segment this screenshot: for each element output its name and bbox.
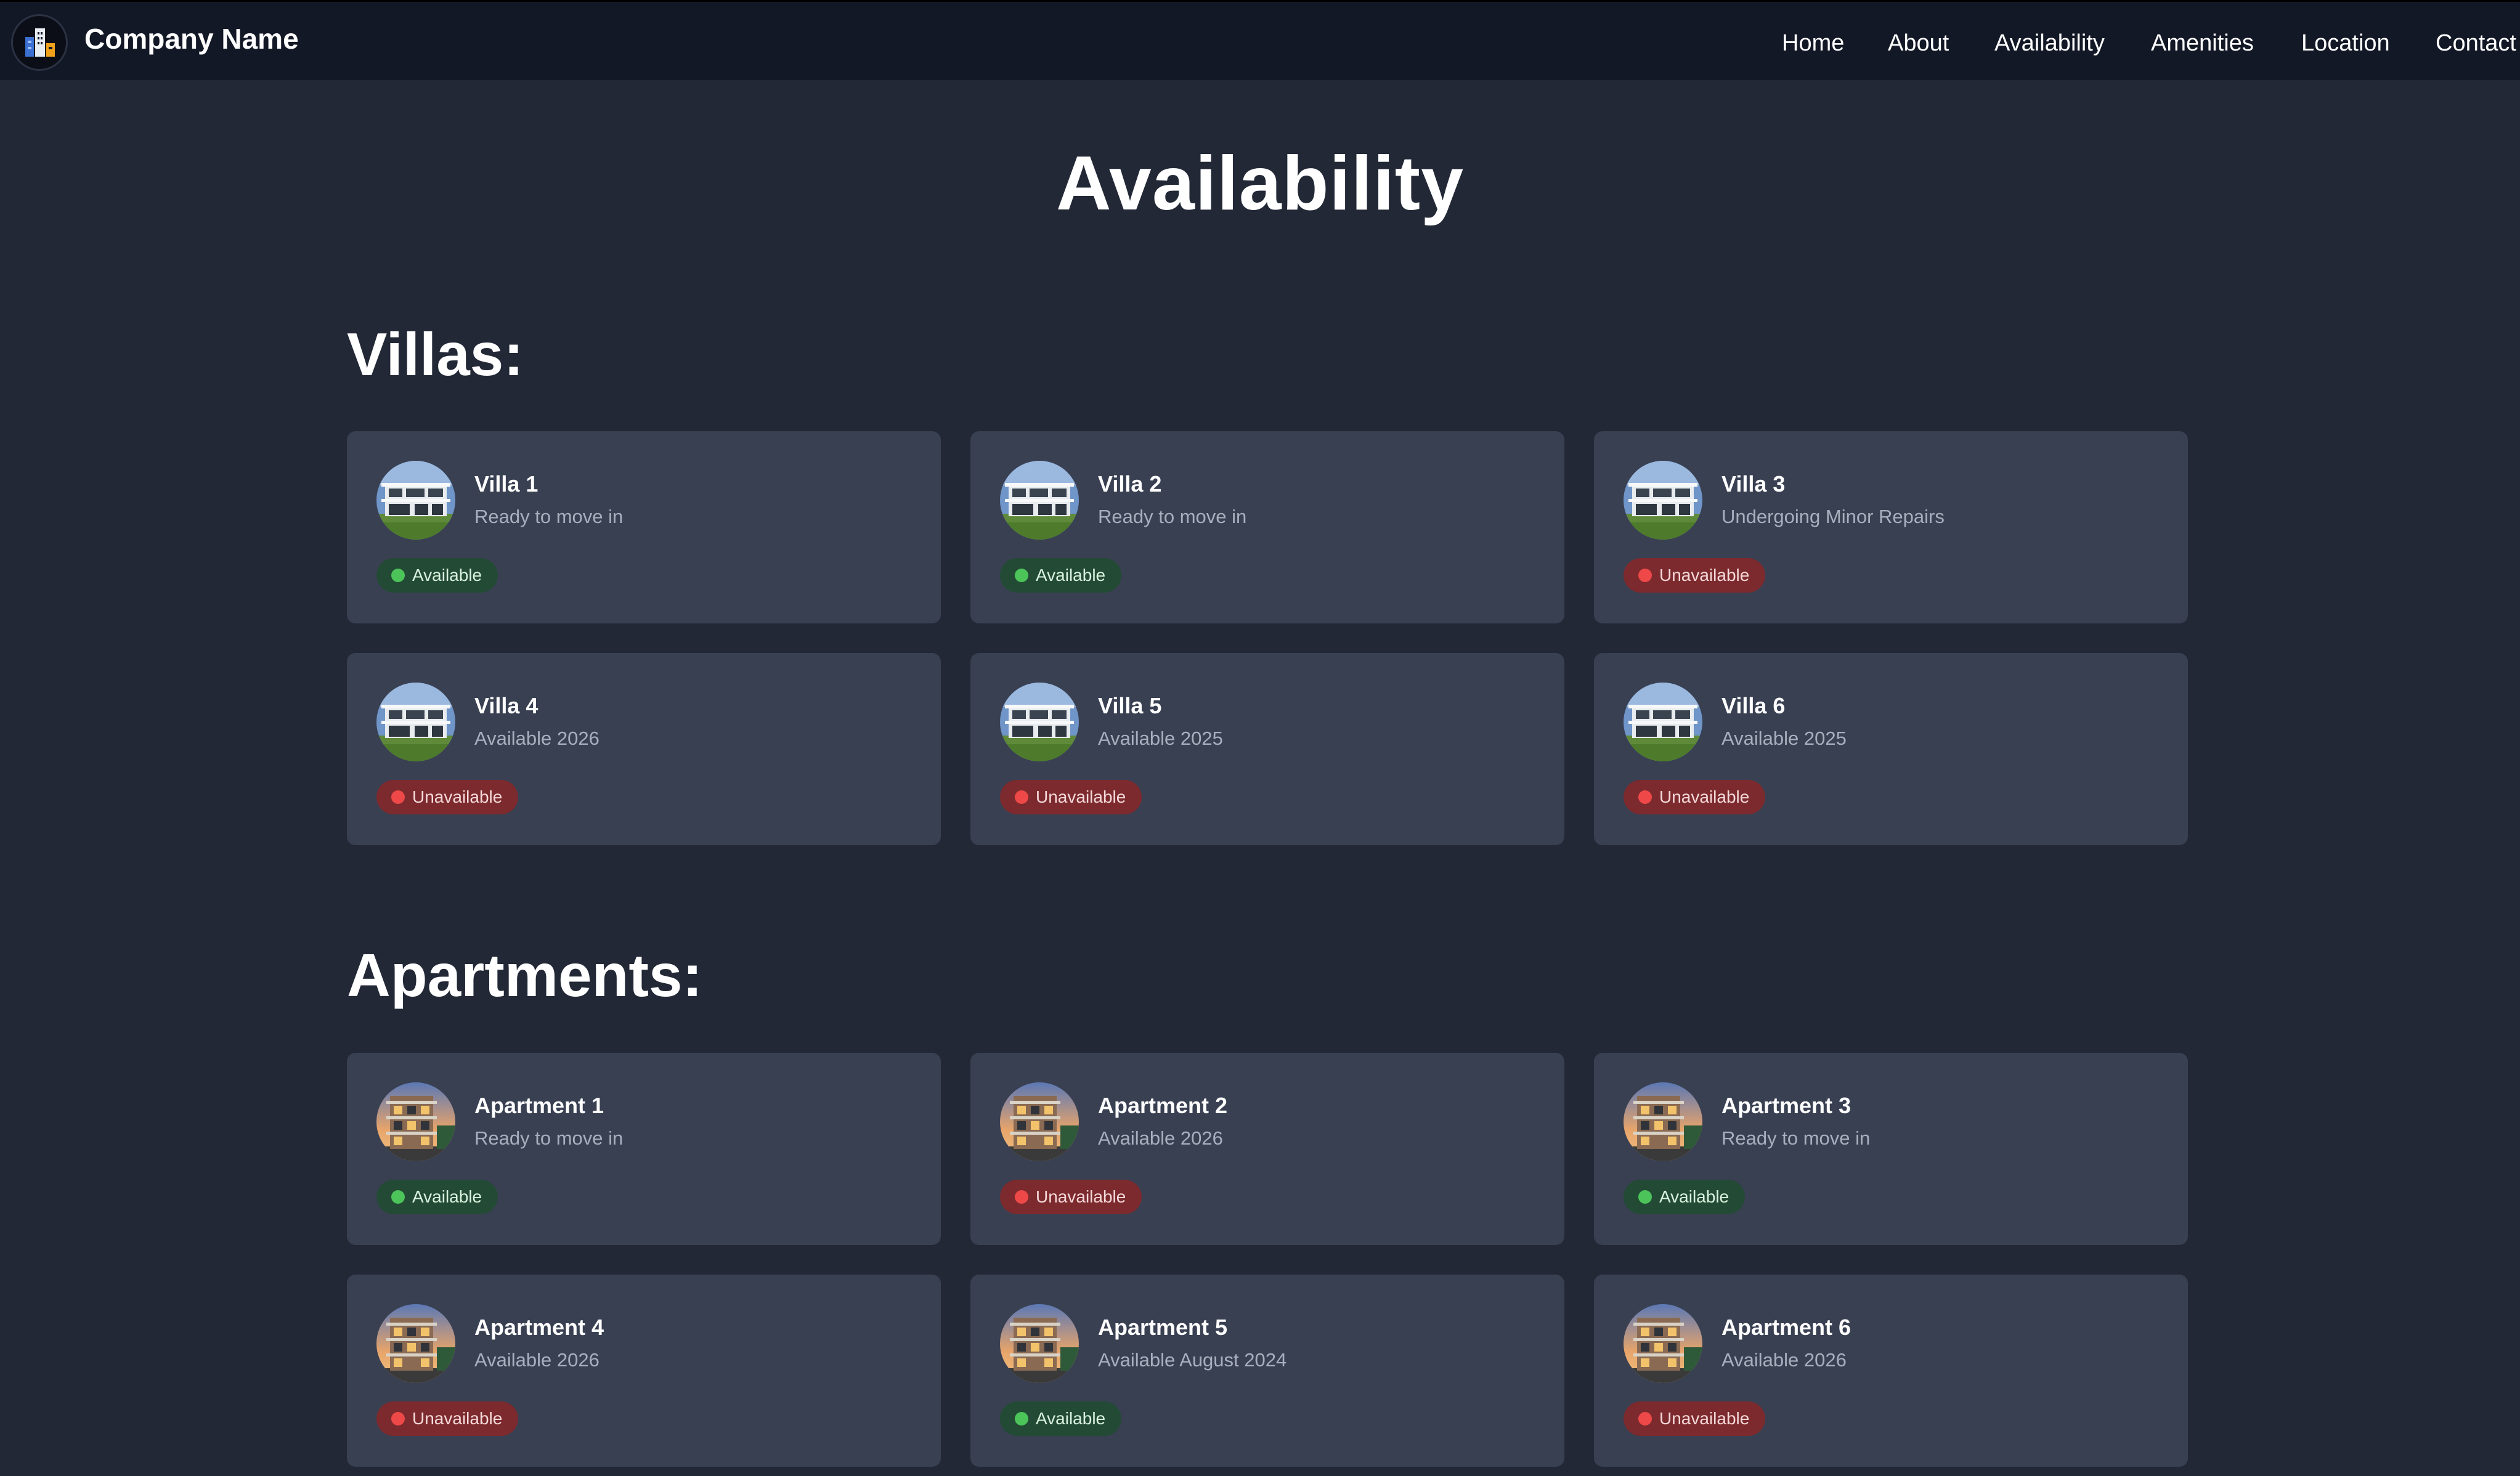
property-name: Villa 4: [474, 693, 539, 718]
property-name: Apartment 3: [1721, 1093, 1851, 1118]
status-badge: Available: [376, 558, 498, 593]
apartment-card[interactable]: Apartment 5 Available August 2024 Availabl…: [970, 1275, 1564, 1467]
nav-link-location[interactable]: Location: [2301, 31, 2390, 55]
villa-card[interactable]: Villa 4 Available 2026 Unavailable: [347, 653, 941, 845]
villa-photo-icon: [1624, 683, 1702, 761]
available-dot-icon: [1015, 1412, 1028, 1425]
unavailable-dot-icon: [391, 1412, 405, 1425]
apartment-card[interactable]: Apartment 2 Available 2026 Unavailable: [970, 1053, 1564, 1245]
apartment-photo-icon: [1000, 1304, 1079, 1383]
villa-card[interactable]: Villa 5 Available 2025 Unavailable: [970, 653, 1564, 845]
status-badge: Available: [1624, 1180, 1746, 1214]
villa-photo-icon: [1000, 461, 1079, 540]
unavailable-dot-icon: [391, 790, 405, 804]
nav-link-availability[interactable]: Availability: [1994, 31, 2105, 55]
status-badge-label: Available: [1659, 1187, 1729, 1206]
nav-link-home[interactable]: Home: [1782, 31, 1844, 55]
status-badge: Unavailable: [376, 1401, 519, 1436]
apartment-card[interactable]: Apartment 4 Available 2026 Unavailable: [347, 1275, 941, 1467]
unavailable-dot-icon: [1015, 790, 1028, 804]
property-status-text: Ready to move in: [474, 1127, 624, 1149]
nav-link-contact[interactable]: Contact: [2436, 31, 2516, 55]
status-badge: Unavailable: [1000, 1180, 1142, 1214]
status-badge: Available: [1000, 1401, 1122, 1436]
brand-name[interactable]: Company Name: [84, 25, 299, 53]
page-title: Availability: [1055, 141, 1465, 226]
status-badge: Unavailable: [1624, 558, 1766, 593]
property-status-text: Ready to move in: [1098, 506, 1247, 527]
unavailable-dot-icon: [1638, 1412, 1652, 1425]
status-badge-label: Available: [1036, 1409, 1106, 1428]
status-badge-label: Unavailable: [412, 787, 503, 806]
status-badge: Unavailable: [376, 780, 519, 814]
property-status-text: Available 2026: [474, 1349, 600, 1371]
villa-card[interactable]: Villa 1 Ready to move in Available: [347, 431, 941, 623]
villa-photo-icon: [376, 461, 455, 540]
villa-card[interactable]: Villa 2 Ready to move in Available: [970, 431, 1564, 623]
property-status-text: Available 2025: [1721, 728, 1847, 749]
villa-photo-icon: [1624, 461, 1702, 540]
property-name: Villa 1: [474, 471, 539, 497]
unavailable-dot-icon: [1638, 569, 1652, 582]
property-status-text: Available 2025: [1098, 728, 1223, 749]
available-dot-icon: [391, 1190, 405, 1204]
status-badge-label: Unavailable: [1659, 566, 1750, 585]
property-name: Villa 2: [1098, 471, 1162, 497]
building-logo-icon[interactable]: [11, 14, 68, 71]
villa-card[interactable]: Villa 6 Available 2025 Unavailable: [1594, 653, 2188, 845]
status-badge-label: Unavailable: [1036, 787, 1126, 806]
apartment-photo-icon: [376, 1304, 455, 1383]
property-status-text: Available 2026: [474, 728, 600, 749]
available-dot-icon: [1015, 569, 1028, 582]
property-name: Apartment 2: [1098, 1093, 1228, 1118]
property-status-text: Ready to move in: [474, 506, 624, 527]
property-status-text: Available August 2024: [1098, 1349, 1287, 1371]
property-status-text: Available 2026: [1721, 1349, 1847, 1371]
villa-photo-icon: [376, 683, 455, 761]
available-dot-icon: [391, 569, 405, 582]
property-status-text: Available 2026: [1098, 1127, 1223, 1149]
status-badge-label: Unavailable: [1659, 787, 1750, 806]
status-badge: Unavailable: [1624, 780, 1766, 814]
status-badge-label: Unavailable: [1659, 1409, 1750, 1428]
apartment-photo-icon: [1624, 1082, 1702, 1161]
nav-link-amenities[interactable]: Amenities: [2151, 31, 2254, 55]
nav-link-about[interactable]: About: [1888, 31, 1949, 55]
apartment-photo-icon: [1624, 1304, 1702, 1383]
property-status-text: Undergoing Minor Repairs: [1721, 506, 1945, 527]
status-badge: Unavailable: [1000, 780, 1142, 814]
status-badge-label: Available: [1036, 566, 1106, 585]
top-navbar: Company Name Home About Availability Ame…: [0, 0, 2520, 80]
status-badge: Unavailable: [1624, 1401, 1766, 1436]
apartment-card[interactable]: Apartment 1 Ready to move in Available: [347, 1053, 941, 1245]
villa-card[interactable]: Villa 3 Undergoing Minor Repairs Unavailab…: [1594, 431, 2188, 623]
status-badge-label: Available: [412, 1187, 482, 1206]
property-name: Villa 3: [1721, 471, 1786, 497]
status-badge-label: Unavailable: [412, 1409, 503, 1428]
villa-photo-icon: [1000, 683, 1079, 761]
property-name: Apartment 1: [474, 1093, 604, 1118]
available-dot-icon: [1638, 1190, 1652, 1204]
status-badge: Available: [1000, 558, 1122, 593]
status-badge: Available: [376, 1180, 498, 1214]
unavailable-dot-icon: [1015, 1190, 1028, 1204]
property-status-text: Ready to move in: [1721, 1127, 1871, 1149]
status-badge-label: Unavailable: [1036, 1187, 1126, 1206]
apartment-card[interactable]: Apartment 6 Available 2026 Unavailable: [1594, 1275, 2188, 1467]
apartment-photo-icon: [1000, 1082, 1079, 1161]
property-name: Apartment 6: [1721, 1315, 1851, 1340]
section-title-villas: Villas:: [347, 320, 524, 388]
section-title-apartments: Apartments:: [347, 941, 703, 1009]
apartment-card[interactable]: Apartment 3 Ready to move in Available: [1594, 1053, 2188, 1245]
unavailable-dot-icon: [1638, 790, 1652, 804]
property-name: Apartment 5: [1098, 1315, 1228, 1340]
apartment-photo-icon: [376, 1082, 455, 1161]
property-name: Villa 6: [1721, 693, 1786, 718]
status-badge-label: Available: [412, 566, 482, 585]
property-name: Apartment 4: [474, 1315, 604, 1340]
property-name: Villa 5: [1098, 693, 1162, 718]
